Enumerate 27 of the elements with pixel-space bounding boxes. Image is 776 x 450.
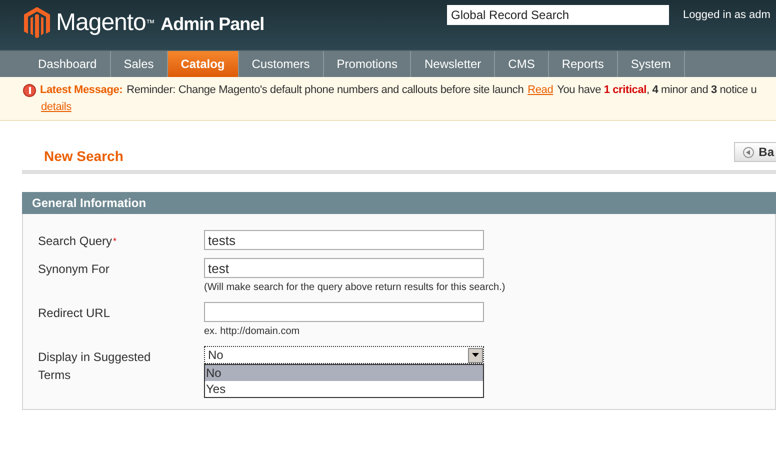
field-label: Synonym For	[38, 261, 110, 278]
search-field[interactable]: Global Record Search	[447, 5, 669, 25]
nav-tab[interactable]: Catalog	[168, 51, 239, 77]
field-label: Display in Suggested Terms	[38, 349, 152, 384]
error-icon	[23, 84, 36, 97]
field-label: Redirect URL	[38, 305, 112, 322]
message-summary: You have 1 critical, 4 minor and 3 notice u	[557, 83, 757, 98]
text-field[interactable]: tests	[204, 230, 484, 250]
section-header: General Information	[22, 192, 776, 214]
message-label: Latest Message:	[40, 83, 123, 98]
logo-text: Magento$^{™}$ Admin Panel	[56, 8, 264, 38]
user-info: Logged in as adm	[683, 8, 772, 23]
field-label: Search Query*	[38, 233, 118, 250]
text-field[interactable]	[204, 302, 484, 322]
required-mark: *	[113, 236, 117, 246]
message-text: Reminder: Change Magento's default phone numbers and callouts before site launch	[126, 83, 524, 98]
field-note: ex. http://domain.com	[204, 326, 301, 338]
dropdown-option[interactable]: No	[205, 365, 483, 381]
back-icon	[742, 146, 754, 158]
page-title: New Search	[43, 146, 124, 166]
back-button[interactable]: Ba	[734, 142, 776, 162]
read-link[interactable]: Read	[528, 82, 554, 98]
select-field[interactable]: No	[204, 346, 484, 364]
text-field[interactable]: test	[204, 258, 484, 278]
details-link[interactable]: details	[41, 98, 72, 115]
logo-icon	[24, 7, 50, 39]
field-note: (Will make search for the query above return results for this search.)	[204, 282, 506, 294]
